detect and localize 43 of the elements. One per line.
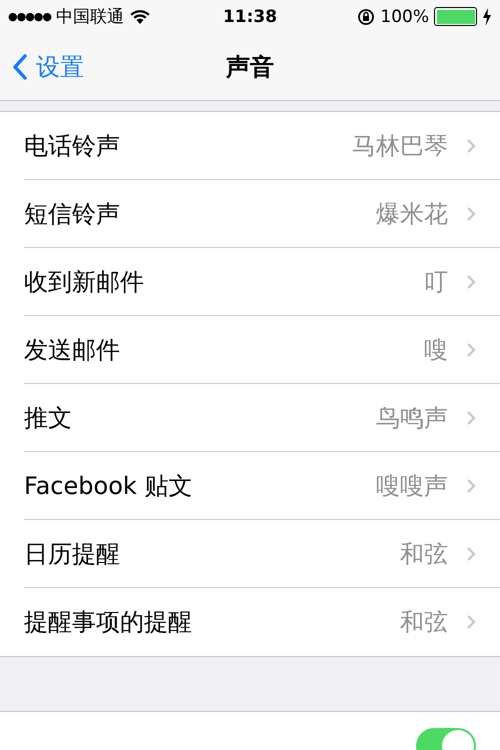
chevron-right-icon [466,138,476,154]
chevron-right-icon [466,410,476,426]
chevron-right-icon [466,274,476,290]
settings-row[interactable]: 提醒事项的提醒 和弦 [24,588,500,656]
chevron-right-icon [466,614,476,630]
row-label: 电话铃声 [24,130,121,162]
wifi-icon [129,8,151,24]
row-label: 发送邮件 [24,334,121,366]
status-time: 11:38 [222,6,278,26]
back-button[interactable]: 设置 [0,50,84,82]
carrier-name: 中国联通 [56,6,124,28]
row-label: 提醒事项的提醒 [24,607,193,638]
row-label: 收到新邮件 [24,266,145,298]
settings-row[interactable]: 推文 鸟鸣声 [24,384,500,452]
row-value: 鸟鸣声 [376,402,448,434]
row-label: 短信铃声 [24,198,121,230]
page-title: 声音 [226,52,274,82]
row-value: 叮 [424,266,448,298]
chevron-right-icon [466,478,476,494]
row-label: 推文 [24,402,73,434]
battery-percent: 100% [380,6,429,26]
settings-row[interactable]: 电话铃声 马林巴琴 [24,112,500,180]
chevron-right-icon [466,206,476,222]
row-value: 爆米花 [376,198,448,230]
row-value: 和弦 [400,538,448,570]
row-value: 和弦 [400,607,448,638]
row-value: 嗖 [424,334,448,366]
settings-row[interactable]: 日历提醒 和弦 [24,520,500,588]
settings-row[interactable]: 短信铃声 爆米花 [24,180,500,248]
settings-row[interactable]: 发送邮件 嗖 [24,316,500,384]
chevron-left-icon [12,54,28,80]
rotation-lock-icon [357,8,376,26]
row-value: 马林巴琴 [352,130,448,162]
chevron-right-icon [466,342,476,358]
settings-row[interactable]: 收到新邮件 叮 [24,248,500,316]
battery-icon [434,7,477,26]
signal-strength: ●●●●● [8,10,51,23]
charging-icon [482,8,492,26]
chevron-right-icon [466,546,476,562]
row-label: Facebook 贴文 [24,470,194,502]
settings-row[interactable]: Facebook 贴文 嗖嗖声 [24,452,500,520]
row-value: 嗖嗖声 [376,470,448,502]
row-label: 日历提醒 [24,538,121,570]
